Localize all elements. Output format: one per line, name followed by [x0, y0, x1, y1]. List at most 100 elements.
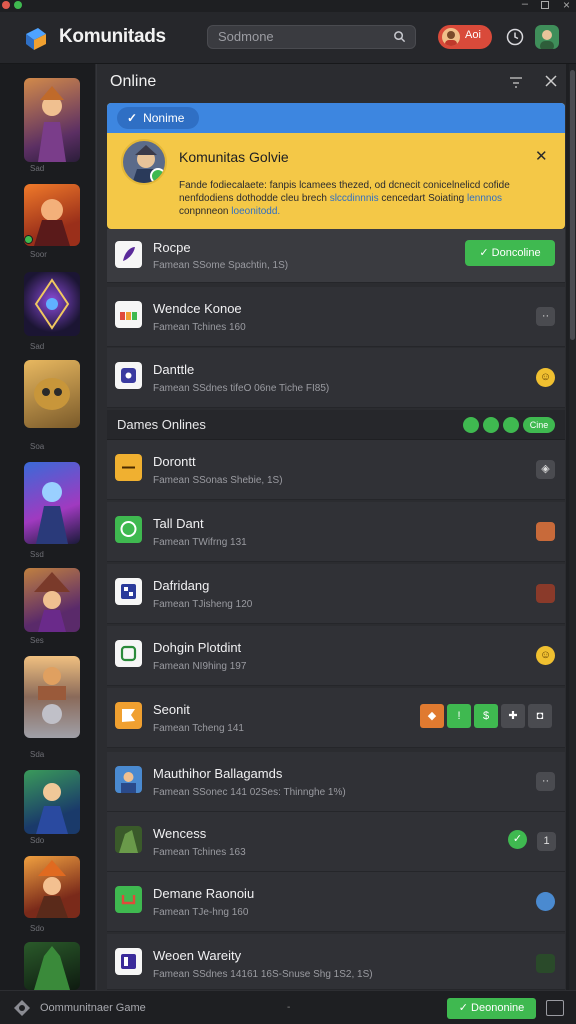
- badge-icon[interactable]: ◘: [528, 704, 552, 728]
- minimize-icon[interactable]: –: [522, 0, 528, 10]
- scrollbar[interactable]: [569, 64, 576, 990]
- search-icon[interactable]: [393, 30, 406, 43]
- check-icon: ✓: [127, 111, 138, 125]
- item-subtitle: Famean Tchines 163: [153, 847, 246, 858]
- scrollbar-thumb[interactable]: [570, 70, 575, 340]
- user-thumb-icon[interactable]: [536, 892, 555, 911]
- more-icon[interactable]: ··: [536, 307, 555, 326]
- window-close-icon[interactable]: ×: [563, 0, 570, 12]
- list-item[interactable]: Tall Dant Famean TWifrng 131: [107, 502, 565, 562]
- game-tile[interactable]: [24, 770, 80, 834]
- banner-close-icon[interactable]: ✕: [535, 147, 548, 165]
- profile-avatar[interactable]: [535, 25, 559, 49]
- item-title: Dohgin Plotdint: [153, 640, 242, 655]
- item-subtitle: Famean TJisheng 120: [153, 599, 253, 610]
- game-tile[interactable]: [24, 656, 80, 738]
- game-tile[interactable]: [24, 856, 80, 918]
- gamepad-icon[interactable]: [13, 999, 31, 1017]
- item-subtitle: Famean NI9hing 197: [153, 661, 247, 672]
- games-sidebar: Sad Soor Sad Soa Ssd Ses Sda Sdo Sdo: [0, 64, 96, 990]
- leaf-icon: [115, 640, 142, 667]
- user-pill[interactable]: Aoi: [438, 25, 492, 49]
- go-online-button[interactable]: ✓ Doncoline: [465, 240, 555, 266]
- emoji-icon[interactable]: ☺: [536, 368, 555, 387]
- banner-title: Komunitas Golvie: [179, 149, 289, 165]
- list-item[interactable]: Demane Raonoiu Famean TJe-hng 160: [107, 872, 565, 932]
- list-item[interactable]: Weoen Wareity Famean SSdnes 14161 16S-Sn…: [107, 934, 565, 990]
- window-maximize-dot[interactable]: [14, 1, 22, 9]
- game-tile[interactable]: [24, 462, 80, 544]
- list-item[interactable]: Mauthihor Ballagamds Famean SSonec 141 0…: [107, 752, 565, 812]
- list-item[interactable]: Dafridang Famean TJisheng 120: [107, 564, 565, 624]
- list-item[interactable]: Rocpe Famean SSome Spachtin, 1S) ✓ Donco…: [107, 229, 565, 283]
- banner-link[interactable]: slccdinnnis: [330, 193, 379, 204]
- banner-link[interactable]: loeonitodd.: [231, 206, 280, 217]
- banner-text-part: conpnneon: [179, 206, 232, 217]
- game-tile[interactable]: [24, 184, 80, 246]
- item-subtitle: Famean SSonas Shebie, 1S): [153, 475, 283, 486]
- status-chip[interactable]: Cine: [523, 417, 555, 433]
- filter-icon[interactable]: [509, 75, 523, 89]
- item-title: Tall Dant: [153, 516, 204, 531]
- list-item[interactable]: Wendce Konoe Famean Tchines 160 ··: [107, 287, 565, 347]
- item-title: Seonit: [153, 702, 190, 717]
- item-title: Demane Raonoiu: [153, 886, 255, 901]
- more-icon[interactable]: ··: [536, 772, 555, 791]
- footer-title: Oommunitnaer Game: [40, 1002, 146, 1014]
- item-subtitle: Famean SSdnes tifeO 06ne Tiche FI85): [153, 383, 330, 394]
- emoji-icon[interactable]: ☺: [536, 646, 555, 665]
- list-item[interactable]: Dorontt Famean SSonas Shebie, 1S) ◈: [107, 440, 565, 500]
- game-label: Sda: [30, 750, 45, 759]
- item-subtitle: Famean TWifrng 131: [153, 537, 247, 548]
- game-tile[interactable]: [24, 568, 80, 632]
- user-thumb-icon[interactable]: [536, 522, 555, 541]
- game-tile[interactable]: [24, 942, 80, 990]
- grid-icon: [115, 578, 142, 605]
- status-chip-icon[interactable]: [503, 417, 519, 433]
- banner-header: ✓ Nonime: [107, 103, 565, 133]
- game-tile[interactable]: [24, 272, 80, 336]
- online-indicator: [150, 168, 165, 183]
- list-item[interactable]: Danttle Famean SSdnes tifeO 06ne Tiche F…: [107, 348, 565, 408]
- go-online-label: Doncoline: [491, 247, 541, 259]
- badge-icon[interactable]: ◆: [420, 704, 444, 728]
- game-label: Sdo: [30, 924, 45, 933]
- check-icon[interactable]: ✓: [508, 830, 527, 849]
- item-title: Weoen Wareity: [153, 948, 242, 963]
- shield-icon[interactable]: ◈: [536, 460, 555, 479]
- game-label: Soor: [30, 250, 47, 259]
- community-banner: ✓ Nonime Komunitas Golvie ✕ Fande fodieca…: [107, 103, 565, 229]
- rainbow-icon: [115, 301, 142, 328]
- badge-icon[interactable]: ✚: [501, 704, 525, 728]
- game-tile[interactable]: [24, 360, 80, 428]
- game-tile[interactable]: [24, 78, 80, 162]
- online-indicator: [24, 235, 33, 244]
- list-item[interactable]: Wencess Famean Tchines 163 ✓ 1: [107, 812, 565, 872]
- footer-online-button[interactable]: ✓ Deononine: [447, 998, 536, 1019]
- window-toggle-icon[interactable]: [546, 1000, 564, 1016]
- count-icon[interactable]: 1: [537, 832, 556, 851]
- list-item[interactable]: Seonit Famean Tcheng 141 ◆ ! $ ✚ ◘: [107, 688, 565, 748]
- search-input[interactable]: Sodmone: [207, 25, 416, 49]
- item-title: Danttle: [153, 362, 195, 377]
- banner-tab[interactable]: ✓ Nonime: [117, 107, 199, 129]
- badge-icon[interactable]: $: [474, 704, 498, 728]
- app-title: Komunitads: [59, 26, 166, 47]
- window-close-dot[interactable]: [2, 1, 10, 9]
- game-label: Sad: [30, 342, 45, 351]
- panel-close-icon[interactable]: [544, 74, 558, 88]
- footer-bar: Oommunitnaer Game - ✓ Deononine: [0, 990, 576, 1024]
- banner-link[interactable]: lennnos: [467, 193, 502, 204]
- user-thumb-icon[interactable]: [536, 584, 555, 603]
- maximize-icon[interactable]: [541, 1, 549, 9]
- user-thumb-icon[interactable]: [536, 954, 555, 973]
- badge-icon[interactable]: !: [447, 704, 471, 728]
- list-item[interactable]: Dohgin Plotdint Famean NI9hing 197 ☺: [107, 626, 565, 686]
- status-chip-icon[interactable]: [483, 417, 499, 433]
- top-bar: Komunitads Sodmone Aoi: [0, 12, 576, 64]
- item-subtitle: Famean Tcheng 141: [153, 723, 244, 734]
- section-header: Dames Onlines Cine: [107, 410, 565, 440]
- clock-icon[interactable]: [505, 27, 525, 47]
- status-chip-icon[interactable]: [463, 417, 479, 433]
- minus-icon: [115, 454, 142, 481]
